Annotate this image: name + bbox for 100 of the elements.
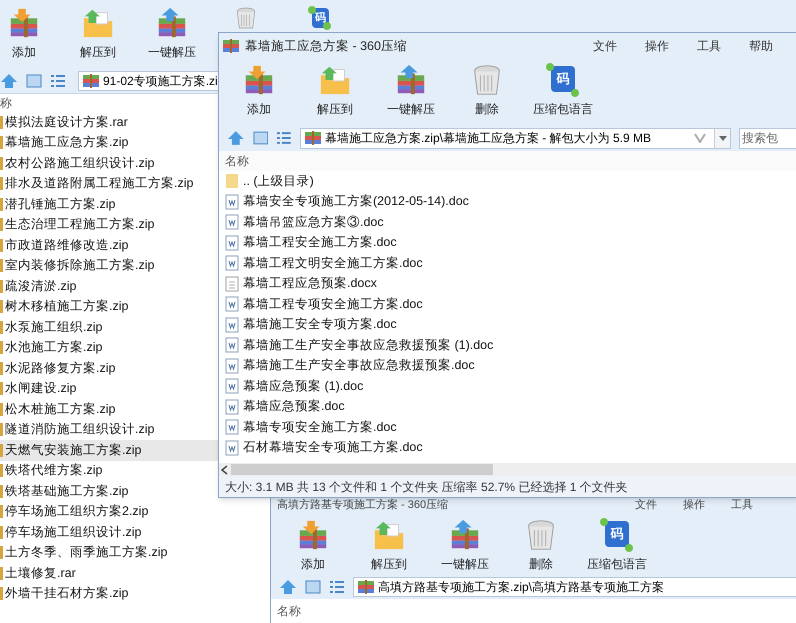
menu-item[interactable]: 操作 bbox=[683, 498, 705, 512]
word-document-icon bbox=[225, 255, 239, 272]
up-arrow-icon[interactable] bbox=[227, 130, 245, 146]
toolbar-button[interactable]: 删除 bbox=[455, 63, 519, 117]
menu-item[interactable]: 文件 bbox=[635, 498, 657, 512]
file-icon bbox=[0, 280, 3, 293]
dropdown-button[interactable] bbox=[714, 128, 730, 148]
file-row[interactable]: 幕墙应急预案.doc bbox=[219, 396, 796, 417]
file-row[interactable]: 幕墙施工安全专项方案.doc bbox=[219, 314, 796, 335]
file-icon bbox=[0, 505, 3, 518]
list-icon[interactable] bbox=[329, 579, 345, 596]
file-icon bbox=[0, 238, 3, 252]
file-icon bbox=[0, 320, 3, 334]
file-row[interactable]: 幕墙吊篮应急方案③.doc bbox=[219, 212, 796, 232]
word-document-icon bbox=[225, 419, 239, 436]
scrollbar-thumb[interactable] bbox=[231, 464, 493, 475]
menu-item[interactable]: 帮助 bbox=[749, 37, 773, 55]
word-document-icon bbox=[225, 440, 239, 456]
word-document-icon bbox=[225, 337, 239, 354]
scrollbar[interactable] bbox=[219, 463, 796, 476]
file-icon bbox=[0, 526, 3, 539]
file-row[interactable]: 幕墙专项安全施工方案.doc bbox=[219, 417, 796, 438]
column-header[interactable]: 称 bbox=[0, 94, 12, 112]
toolbar-button[interactable]: 添加 bbox=[0, 6, 48, 60]
view-icon[interactable] bbox=[252, 130, 268, 146]
toolbar-button[interactable]: 一键解压 bbox=[148, 6, 196, 60]
file-row[interactable]: 幕墙工程专项安全施工方案.doc bbox=[219, 294, 796, 314]
search-field[interactable]: 搜索包 bbox=[739, 128, 796, 148]
file-icon bbox=[0, 587, 3, 600]
toolbar-button[interactable]: 添加 bbox=[227, 63, 291, 117]
file-row[interactable]: 幕墙工程文明安全施工方案.doc bbox=[219, 253, 796, 274]
file-row[interactable]: 幕墙施工生产安全事故应急救援预案.doc bbox=[219, 356, 796, 376]
toolbar-button[interactable]: 解压到 bbox=[74, 6, 122, 60]
file-icon bbox=[0, 546, 3, 560]
file-icon bbox=[0, 177, 3, 190]
file-row[interactable]: 幕墙工程应急预案.docx bbox=[219, 274, 796, 294]
toolbar-button[interactable]: 解压到 bbox=[303, 63, 367, 117]
file-icon bbox=[0, 341, 3, 354]
toolbar-button[interactable]: 删除 bbox=[509, 518, 573, 572]
address-field[interactable]: 91-02专项施工方案.zi bbox=[78, 70, 220, 90]
word-document-icon bbox=[225, 398, 239, 415]
file-icon bbox=[0, 300, 3, 314]
file-icon bbox=[0, 444, 3, 457]
column-header[interactable]: 名称 bbox=[277, 604, 301, 618]
up-arrow-icon[interactable] bbox=[0, 72, 18, 88]
menu-item[interactable]: 工具 bbox=[697, 37, 721, 55]
file-icon bbox=[0, 218, 3, 232]
menu-item[interactable]: 工具 bbox=[731, 498, 753, 512]
document-icon bbox=[225, 276, 239, 292]
folder-icon bbox=[225, 173, 239, 190]
file-row[interactable]: 幕墙工程安全施工方案.doc bbox=[219, 232, 796, 253]
list-icon[interactable] bbox=[50, 72, 66, 88]
file-row[interactable]: 幕墙施工生产安全事故应急救援预案 (1).doc bbox=[219, 335, 796, 356]
file-icon bbox=[0, 156, 3, 170]
view-icon[interactable] bbox=[305, 579, 321, 596]
file-row[interactable]: 幕墙安全专项施工方案(2012-05-14).doc bbox=[219, 192, 796, 212]
status-text: 大小: 3.1 MB 共 13 个文件和 1 个文件夹 压缩率 52.7% 已经选择 1 个文件夹 bbox=[225, 478, 628, 496]
trash-icon bbox=[234, 6, 258, 30]
window-title: 高填方路基专项施工方案 - 360压缩 bbox=[277, 498, 448, 512]
word-document-icon bbox=[225, 316, 239, 333]
file-icon bbox=[0, 382, 3, 396]
address-field[interactable]: 幕墙施工应急方案.zip\幕墙施工应急方案 - 解包大小为 5.9 MB bbox=[300, 128, 731, 148]
list-icon[interactable] bbox=[276, 130, 292, 146]
toolbar-button[interactable]: 码 压缩包语言 bbox=[585, 518, 649, 572]
checkmark-icon bbox=[694, 133, 706, 143]
archive-icon bbox=[83, 74, 99, 88]
word-document-icon bbox=[225, 194, 239, 210]
column-header[interactable]: 名称 bbox=[225, 152, 249, 170]
word-document-icon bbox=[225, 358, 239, 374]
toolbar-button[interactable]: 码 bbox=[296, 6, 344, 30]
archive-icon bbox=[223, 39, 239, 53]
word-document-icon bbox=[225, 234, 239, 251]
menu-item[interactable]: 操作 bbox=[645, 37, 669, 55]
word-document-icon bbox=[225, 214, 239, 230]
toolbar-button[interactable]: 码 压缩包语言 bbox=[531, 63, 595, 117]
file-icon bbox=[0, 402, 3, 416]
address-field[interactable]: 高填方路基专项施工方案.zip\高填方路基专项施工方案 bbox=[353, 577, 796, 598]
toolbar-button[interactable]: 一键解压 bbox=[433, 518, 497, 572]
file-icon bbox=[0, 484, 3, 498]
file-icon bbox=[0, 566, 3, 580]
file-icon bbox=[0, 136, 3, 150]
word-document-icon bbox=[225, 296, 239, 312]
file-icon bbox=[0, 423, 3, 436]
toolbar-button[interactable]: 添加 bbox=[281, 518, 345, 572]
file-icon bbox=[0, 116, 3, 129]
file-icon bbox=[0, 362, 3, 375]
archive-icon bbox=[304, 131, 321, 145]
file-row[interactable]: 天燃气安装施工方案.zip bbox=[0, 440, 218, 460]
view-icon[interactable] bbox=[26, 72, 42, 88]
archive-icon bbox=[358, 580, 374, 594]
window-title: 幕墙施工应急方案 - 360压缩 bbox=[245, 38, 407, 55]
file-row[interactable]: 幕墙应急预案 (1).doc bbox=[219, 376, 796, 396]
file-row[interactable]: .. (上级目录) bbox=[219, 171, 796, 192]
caret-icon bbox=[718, 136, 726, 140]
toolbar-button[interactable]: 一键解压 bbox=[379, 63, 443, 117]
file-row[interactable]: 石材幕墙安全专项施工方案.doc bbox=[219, 438, 796, 458]
toolbar-button[interactable]: 解压到 bbox=[357, 518, 421, 572]
word-document-icon bbox=[225, 378, 239, 394]
menu-item[interactable]: 文件 bbox=[593, 37, 617, 55]
up-arrow-icon[interactable] bbox=[279, 579, 297, 596]
